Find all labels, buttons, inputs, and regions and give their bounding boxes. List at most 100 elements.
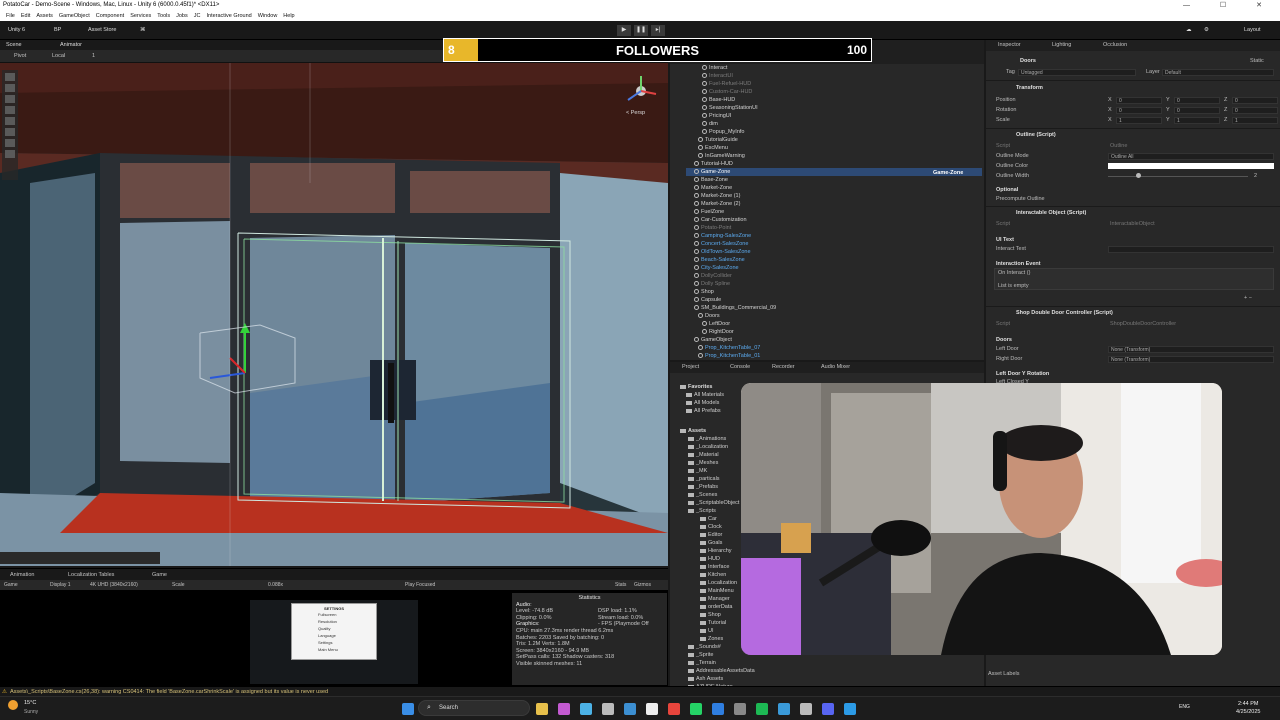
hierarchy-item[interactable]: LeftDoor (702, 320, 730, 328)
hierarchy-item[interactable]: DollyCollider (694, 272, 732, 280)
pause-button[interactable]: ❚❚ (634, 25, 648, 36)
vscode-icon[interactable] (844, 703, 856, 715)
language-indicator[interactable]: ENG (1179, 704, 1190, 710)
transform-value-field[interactable]: 0 (1232, 107, 1278, 114)
project-folder[interactable]: HUD (700, 555, 720, 563)
hierarchy-item[interactable]: RightDoor (702, 328, 734, 336)
transform-tool-icon[interactable] (5, 128, 15, 136)
tab-lighting[interactable]: Lighting (1052, 42, 1071, 48)
overlay-toolbar[interactable] (0, 552, 160, 564)
project-folder[interactable]: _Sounds# (688, 643, 721, 651)
project-folder[interactable]: UI (700, 627, 714, 635)
resolution-dropdown[interactable]: 4K UHD (3840x2160) (90, 582, 138, 588)
transform-value-field[interactable]: 0 (1174, 107, 1220, 114)
hierarchy-item[interactable]: Car-Customization (694, 216, 747, 224)
unity-account-button[interactable]: Unity 6 (4, 25, 29, 36)
tab-recorder[interactable]: Recorder (772, 364, 795, 370)
transform-value-field[interactable]: 0 (1174, 97, 1220, 104)
hierarchy-item[interactable]: Shop (694, 288, 714, 296)
hierarchy-item[interactable]: Prop_KitchenTable_07 (698, 344, 760, 352)
play-button[interactable]: ▶ (617, 25, 631, 36)
play-focused-dropdown[interactable]: Play Focused (405, 582, 435, 588)
account-button[interactable]: BP (50, 25, 65, 36)
obs-icon[interactable] (800, 703, 812, 715)
project-folder[interactable]: _Meshes (688, 459, 718, 467)
right-door-field[interactable]: None (Transform) (1108, 356, 1274, 363)
hierarchy-item[interactable]: Capsule (694, 296, 721, 304)
whatsapp-icon[interactable] (690, 703, 702, 715)
menu-item[interactable]: Services (130, 11, 151, 21)
hierarchy-item[interactable]: TutorialGuide (698, 136, 738, 144)
project-folder[interactable]: All Materials (686, 391, 724, 399)
project-folder[interactable]: _MK (688, 467, 707, 475)
hierarchy-item[interactable]: InteractUI (702, 72, 733, 80)
start-icon[interactable] (402, 703, 414, 715)
project-folder[interactable]: Interface (700, 563, 729, 571)
hierarchy-item[interactable]: GameObject (694, 336, 732, 344)
scene-viewport[interactable] (0, 63, 668, 566)
project-folder[interactable]: Tutorial (700, 619, 726, 627)
hierarchy-item[interactable]: Interact (702, 64, 727, 72)
clock-time[interactable]: 2:44 PM (1238, 701, 1258, 707)
taskbar-search[interactable]: ⌕ Search (418, 700, 530, 716)
layer-dropdown[interactable]: Default (1162, 69, 1274, 76)
transform-value-field[interactable]: 0 (1116, 97, 1162, 104)
orientation-gizmo-icon[interactable] (622, 72, 662, 108)
menu-item[interactable]: File (6, 11, 15, 21)
hierarchy-item[interactable]: Concert-SalesZone (694, 240, 748, 248)
menu-item[interactable]: Component (96, 11, 124, 21)
project-section-header[interactable]: Assets (680, 427, 706, 435)
weather-icon[interactable] (8, 700, 18, 710)
settings-icon[interactable] (734, 703, 746, 715)
menu-item[interactable]: Interactive Ground (206, 11, 251, 21)
project-folder[interactable]: AddressableAssetsData (688, 667, 755, 675)
project-folder[interactable]: Shop (700, 611, 721, 619)
hierarchy-item[interactable]: OldTown-SalesZone (694, 248, 751, 256)
snap-tool-icon[interactable] (5, 150, 15, 158)
perspective-label[interactable]: < Persp (626, 110, 645, 116)
hierarchy-item[interactable]: InGameWarning (698, 152, 745, 160)
hierarchy-item[interactable]: Camping-SalesZone (694, 232, 751, 240)
rotate-tool-icon[interactable] (5, 95, 15, 103)
project-folder[interactable]: _Localization (688, 443, 728, 451)
local-dropdown[interactable]: Local (52, 53, 65, 59)
hierarchy-item[interactable]: Market-Zone (1) (694, 192, 740, 200)
discord-icon[interactable] (822, 703, 834, 715)
menu-item[interactable]: Edit (21, 11, 30, 21)
project-folder[interactable]: orderData (700, 603, 732, 611)
transform-value-field[interactable]: 1 (1174, 117, 1220, 124)
display-dropdown[interactable]: Display 1 (50, 582, 71, 588)
project-folder[interactable]: All Models (686, 399, 719, 407)
outline-color-swatch[interactable] (1108, 163, 1274, 169)
tab-scene[interactable]: Scene (6, 42, 22, 48)
menu-item[interactable]: Window (258, 11, 278, 21)
layout-dropdown[interactable]: Layout (1240, 25, 1265, 36)
store-icon[interactable] (580, 703, 592, 715)
terminal-icon[interactable] (624, 703, 636, 715)
project-folder[interactable]: All Prefabs (686, 407, 721, 415)
version-control-icon[interactable]: ⌘ (136, 25, 150, 36)
project-folder[interactable]: MainMenu (700, 587, 734, 595)
hierarchy-item[interactable]: Custom-Car-HUD (702, 88, 752, 96)
console-warning-message[interactable]: Assets\_Scripts\BaseZone.cs(26,38): warn… (10, 689, 328, 695)
transform-value-field[interactable]: 0 (1116, 107, 1162, 114)
gizmos-button[interactable]: Gizmos (634, 582, 651, 588)
outline-width-slider[interactable] (1108, 176, 1248, 177)
static-toggle[interactable]: Static (1250, 57, 1264, 65)
hierarchy-item[interactable]: Fuel-Refuel-HUD (702, 80, 751, 88)
transform-value-field[interactable]: 1 (1116, 117, 1162, 124)
hand-tool-icon[interactable] (5, 73, 15, 81)
tab-animator[interactable]: Animator (60, 42, 82, 48)
add-event-button[interactable]: + − (1244, 294, 1252, 302)
chrome-icon[interactable] (668, 703, 680, 715)
tab-project[interactable]: Project (682, 364, 699, 370)
project-folder[interactable]: _Material (688, 451, 719, 459)
custom-tool-icon[interactable] (5, 139, 15, 147)
scene-tools-palette[interactable] (2, 70, 18, 180)
cloud-icon[interactable]: ☁ (1182, 25, 1196, 36)
hierarchy-item[interactable]: Prop_KitchenTable_01 (698, 352, 760, 360)
hierarchy-item[interactable]: Potato-Point (694, 224, 731, 232)
project-folder[interactable]: Clock (700, 523, 722, 531)
project-folder[interactable]: _Sprite (688, 651, 713, 659)
project-folder[interactable]: _Terrain (688, 659, 716, 667)
